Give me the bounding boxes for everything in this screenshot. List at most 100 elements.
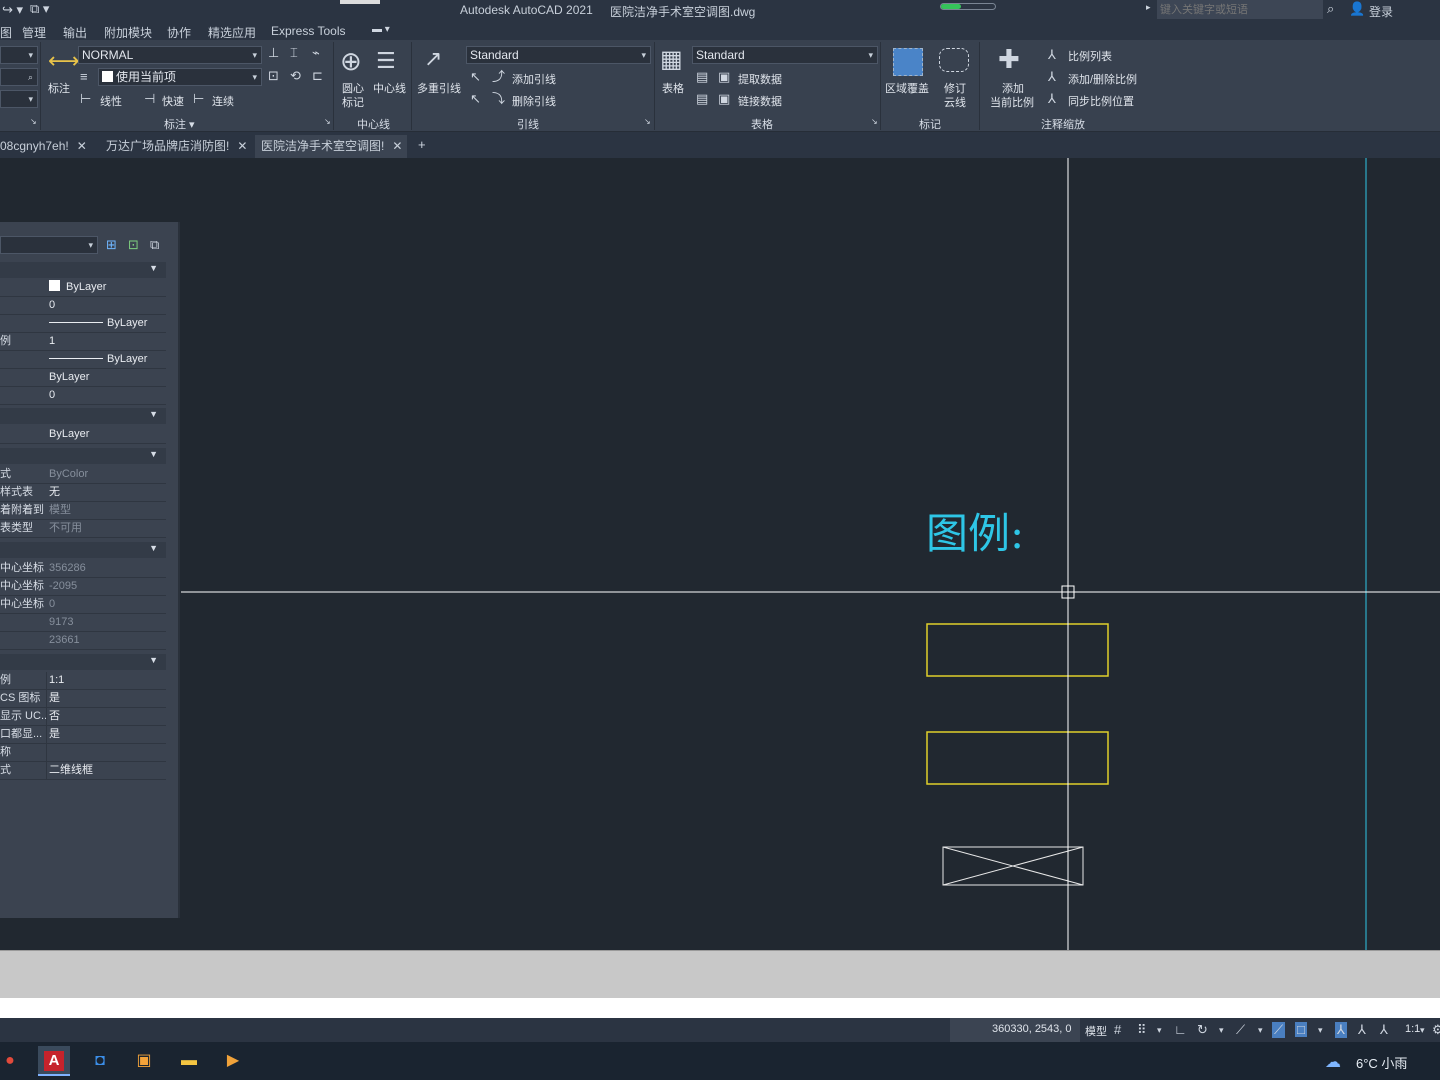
centerline-icon[interactable]: ☰: [376, 50, 396, 72]
menu-output[interactable]: 输出: [63, 24, 87, 41]
prop-row[interactable]: 口都显... 是: [0, 726, 166, 744]
dimension-icon[interactable]: ⟷: [48, 50, 80, 72]
menu-addins[interactable]: 附加模块: [104, 24, 152, 41]
taskbar-app-4-icon[interactable]: ▣: [128, 1046, 160, 1076]
left-combo-2[interactable]: ⌕: [0, 68, 38, 86]
text-style-combo[interactable]: NORMAL ▾: [78, 46, 262, 64]
model-space-button[interactable]: 模型: [1085, 1023, 1107, 1039]
settings-icon[interactable]: ⚙: [1432, 1022, 1440, 1038]
polar-dropdown-icon[interactable]: ▾: [1219, 1025, 1224, 1036]
centerline-button[interactable]: 中心线: [373, 80, 406, 96]
prop-row[interactable]: 着附着到 模型: [0, 502, 166, 520]
dim-tool-5-icon[interactable]: ⟲: [290, 69, 301, 82]
osnap-dropdown-icon[interactable]: ▾: [1318, 1025, 1323, 1036]
continue-button[interactable]: 连续: [212, 93, 234, 109]
annotation-launcher-icon[interactable]: ↘: [324, 118, 331, 126]
tab-doc-1[interactable]: 08cgnyh7eh! ✕: [0, 135, 100, 158]
workspace-icon[interactable]: ⧉ ▾: [30, 2, 49, 15]
annotation-scale-icon[interactable]: ⅄: [1380, 1022, 1388, 1038]
ortho-icon[interactable]: ∟: [1174, 1022, 1187, 1037]
taskbar-app-1-icon[interactable]: ●: [0, 1046, 26, 1076]
table-button[interactable]: 表格: [662, 80, 684, 96]
remove-leader-button[interactable]: 删除引线: [512, 93, 556, 109]
menu-express-tools[interactable]: Express Tools: [271, 24, 345, 38]
osnap-tracking-icon[interactable]: ⟋: [1272, 1022, 1286, 1038]
user-icon[interactable]: 👤: [1349, 2, 1365, 15]
prop-row[interactable]: 显示 UC... 否: [0, 708, 166, 726]
panel-launcher-icon[interactable]: ↘: [30, 118, 37, 126]
autocad-taskbar-icon[interactable]: A: [38, 1046, 70, 1076]
file-explorer-icon[interactable]: ▬: [173, 1046, 205, 1076]
center-mark-label-2[interactable]: 标记: [342, 94, 364, 110]
prop-row[interactable]: 中心坐标 -2095: [0, 578, 166, 596]
menu-featured-apps[interactable]: 精选应用: [208, 24, 256, 41]
prop-row[interactable]: 例 1:1: [0, 672, 166, 690]
add-leader-button[interactable]: 添加引线: [512, 71, 556, 87]
prop-row[interactable]: 式 ByColor: [0, 466, 166, 484]
snap-dropdown-icon[interactable]: ▾: [1157, 1025, 1162, 1036]
prop-row[interactable]: 中心坐标 0: [0, 596, 166, 614]
search-expand-icon[interactable]: ▸: [1146, 3, 1151, 12]
mleader-style-combo[interactable]: Standard ▾: [466, 46, 651, 64]
wipeout-button[interactable]: 区域覆盖: [885, 80, 929, 96]
prop-row[interactable]: 样式表无: [0, 484, 166, 502]
prop-row[interactable]: 表类型 不可用: [0, 520, 166, 538]
close-icon[interactable]: ✕: [237, 139, 247, 153]
link-data-button[interactable]: 链接数据: [738, 93, 782, 109]
command-line[interactable]: [0, 998, 1440, 1018]
center-mark-icon[interactable]: ⊕: [340, 48, 362, 74]
dimension-button[interactable]: 标注: [48, 80, 70, 96]
prop-row[interactable]: 9173: [0, 614, 166, 632]
menu-collaborate[interactable]: 协作: [167, 24, 191, 41]
new-tab-icon[interactable]: +: [418, 138, 426, 151]
isodraft-dropdown-icon[interactable]: ▾: [1258, 1025, 1263, 1036]
dim-tool-1-icon[interactable]: ⊥: [268, 46, 279, 59]
prop-row[interactable]: 称: [0, 744, 166, 762]
prop-row[interactable]: 式二维线框: [0, 762, 166, 780]
select-objects-icon[interactable]: ⊡: [128, 238, 139, 251]
tab-doc-2[interactable]: 万达广场品牌店消防图! ✕: [100, 135, 254, 158]
add-delete-scale-button[interactable]: 添加/删除比例: [1068, 71, 1137, 87]
revcloud-icon[interactable]: [939, 48, 969, 72]
snap-icon[interactable]: ⠿: [1137, 1022, 1147, 1038]
properties-palette[interactable]: ▾ ⊞ ⊡ ⧉ ▼ ByLayer 0 ByLayer 例1 ByLayer B…: [0, 222, 180, 918]
prop-row[interactable]: 0: [0, 297, 166, 315]
linear-button[interactable]: 线性: [100, 93, 122, 109]
left-combo-1[interactable]: ▾: [0, 46, 38, 64]
revcloud-label-2[interactable]: 云线: [944, 94, 966, 110]
prop-row[interactable]: 23661: [0, 632, 166, 650]
annotation-scale-value[interactable]: 1:1: [1405, 1023, 1420, 1035]
quick-button[interactable]: 快速: [162, 93, 184, 109]
mleader-icon[interactable]: ↗: [424, 48, 442, 70]
menu-view[interactable]: 图: [0, 24, 12, 41]
search-input[interactable]: [1157, 0, 1323, 19]
close-icon[interactable]: ✕: [392, 139, 402, 153]
quick-access-arrow-icon[interactable]: ↪ ▾: [2, 3, 23, 16]
taskbar-app-3-icon[interactable]: ◘: [84, 1046, 116, 1076]
section-misc[interactable]: ▼: [0, 654, 166, 670]
toggle-pickadd-icon[interactable]: ⊞: [106, 238, 117, 251]
prop-row[interactable]: ByLayer: [0, 369, 166, 387]
media-player-icon[interactable]: ▶: [217, 1046, 249, 1076]
coordinates-readout[interactable]: 360330, 2543, 0: [992, 1023, 1072, 1035]
section-3d[interactable]: ▼: [0, 408, 166, 424]
prop-row[interactable]: ByLayer: [0, 315, 166, 333]
object-select-combo[interactable]: ▾: [0, 236, 98, 254]
section-view[interactable]: ▼: [0, 542, 166, 558]
section-general[interactable]: ▼: [0, 262, 166, 278]
add-scale-icon[interactable]: ✚: [998, 46, 1020, 72]
polar-icon[interactable]: ↻: [1197, 1022, 1208, 1038]
prop-row[interactable]: ByLayer: [0, 351, 166, 369]
layer-combo[interactable]: 使用当前项 ▾: [98, 68, 262, 86]
left-combo-3[interactable]: ▾: [0, 90, 38, 108]
isodraft-icon[interactable]: ⟋: [1236, 1022, 1245, 1038]
menu-manage[interactable]: 管理: [22, 24, 46, 41]
leader-launcher-icon[interactable]: ↘: [644, 118, 651, 126]
prop-row[interactable]: 0: [0, 387, 166, 405]
annotation-visibility-icon[interactable]: ⅄: [1335, 1022, 1347, 1038]
sync-scale-button[interactable]: 同步比例位置: [1068, 93, 1134, 109]
weather-icon[interactable]: ☁: [1325, 1052, 1341, 1072]
prop-row[interactable]: ByLayer: [0, 279, 166, 297]
prop-row[interactable]: CS 图标是: [0, 690, 166, 708]
ribbon-toggle-icon[interactable]: ▬ ▾: [372, 25, 390, 35]
